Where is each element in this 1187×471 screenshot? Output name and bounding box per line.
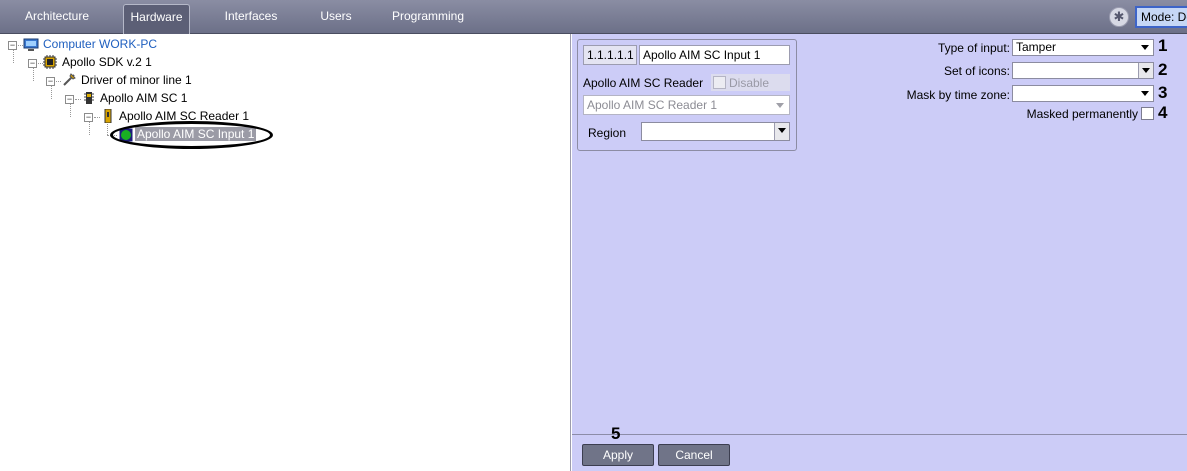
callout-2: 2 [1158,60,1168,79]
type-of-input-label: Type of input: [937,41,1010,55]
callout-3: 3 [1158,83,1168,102]
type-of-input-dropdown[interactable]: Tamper [1012,39,1154,56]
callout-1: 1 [1158,36,1168,55]
object-name-field[interactable]: Apollo AIM SC Input 1 [639,45,790,65]
settings-panel: 1.1.1.1.1 Apollo AIM SC Input 1 Apollo A… [572,34,1187,434]
tree-node-driver[interactable]: Driver of minor line 1 [81,72,192,89]
callout-5: 5 [611,424,621,443]
masked-permanently-checkbox[interactable] [1141,107,1154,120]
reader-icon [104,109,112,123]
cancel-button[interactable]: Cancel [658,444,730,466]
bottom-action-bar: 5 Apply Cancel [572,425,1187,471]
type-of-input-value: Tamper [1016,40,1057,54]
callout-4: 4 [1158,103,1168,122]
chevron-down-icon [1142,68,1150,73]
mask-by-time-zone-label: Mask by time zone: [906,88,1010,102]
highlight-ellipse [110,121,273,149]
set-of-icons-dropdown-button[interactable] [1138,63,1153,78]
expand-computer-icon[interactable]: − [8,41,17,50]
set-of-icons-dropdown[interactable] [1012,62,1154,79]
disable-area: Disable [711,74,790,91]
parent-dropdown[interactable]: Apollo AIM SC Reader 1 [583,95,790,115]
tab-programming[interactable]: Programming [388,4,468,34]
settings-icon[interactable]: ✱ [1109,7,1129,27]
controller-icon [84,92,94,104]
driver-icon [63,73,76,86]
set-of-icons-label: Set of icons: [943,64,1010,78]
chevron-down-icon [1141,91,1149,96]
mode-selector[interactable]: Mode: De [1135,6,1187,28]
object-properties-group: 1.1.1.1.1 Apollo AIM SC Input 1 Apollo A… [577,39,797,151]
region-dropdown-button[interactable] [774,123,789,140]
tab-interfaces[interactable]: Interfaces [217,4,285,34]
expand-aim-icon[interactable]: − [65,95,74,104]
tab-architecture[interactable]: Architecture [15,4,99,34]
hardware-tree: − Computer WORK-PC − Apollo SDK v.2 1 − … [0,34,571,471]
top-tab-bar: Architecture Hardware Interfaces Users P… [0,0,1187,34]
parent-value: Apollo AIM SC Reader 1 [587,98,718,112]
tab-hardware[interactable]: Hardware [123,4,190,34]
masked-permanently-label: Masked permanently [1026,107,1138,121]
chevron-down-icon [776,103,784,108]
tab-users[interactable]: Users [311,4,361,34]
disable-checkbox[interactable] [713,76,726,89]
computer-icon [23,38,39,51]
parent-label: Apollo AIM SC Reader [583,76,704,90]
expand-sdk-icon[interactable]: − [28,59,37,68]
region-dropdown[interactable] [641,122,790,141]
chevron-down-icon [778,128,786,133]
tree-node-aim[interactable]: Apollo AIM SC 1 [100,90,187,107]
apply-button[interactable]: Apply [582,444,654,466]
mask-by-time-zone-dropdown[interactable] [1012,85,1154,102]
expand-reader-icon[interactable]: − [84,113,93,122]
tree-node-sdk[interactable]: Apollo SDK v.2 1 [62,54,152,71]
region-label: Region [588,126,627,140]
sdk-chip-icon [43,55,57,69]
object-id-field[interactable]: 1.1.1.1.1 [583,45,637,65]
chevron-down-icon [1141,45,1149,50]
tree-node-computer[interactable]: Computer WORK-PC [43,36,157,53]
disable-label: Disable [729,76,770,90]
expand-driver-icon[interactable]: − [46,77,55,86]
